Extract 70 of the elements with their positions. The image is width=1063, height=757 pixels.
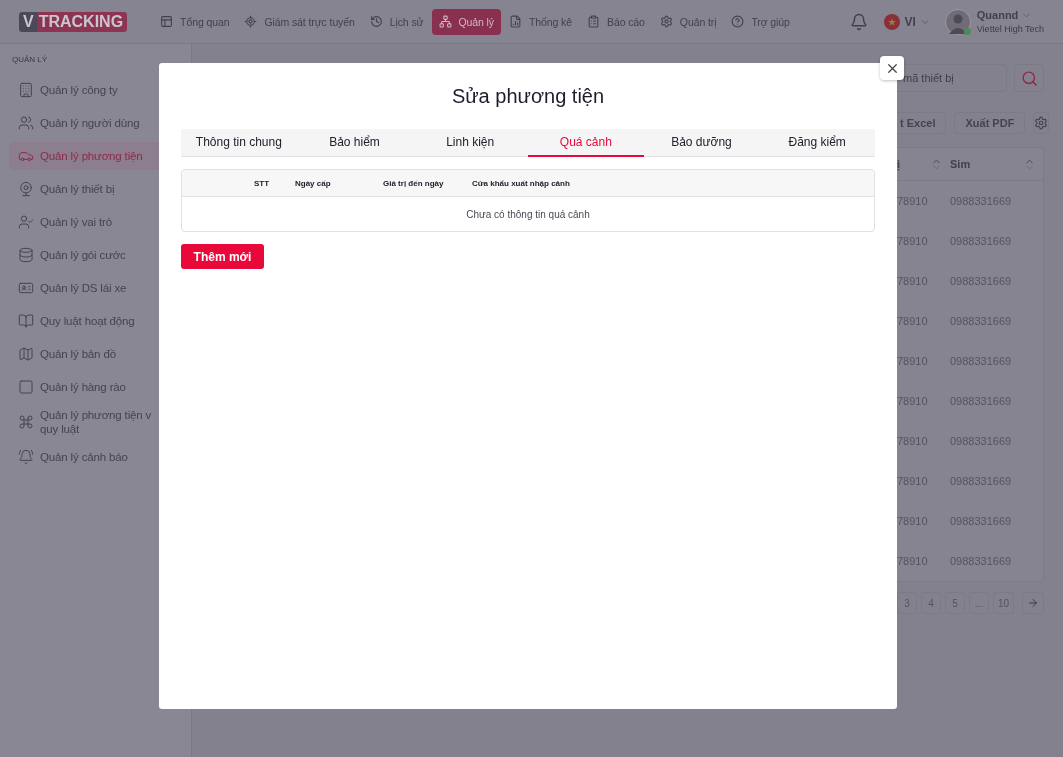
map-icon	[18, 346, 34, 362]
tab[interactable]: Bảo dưỡng	[643, 129, 760, 157]
user-check-icon	[18, 214, 34, 230]
language-label[interactable]: VI	[904, 14, 916, 29]
clipboard-icon	[587, 15, 600, 28]
building-icon	[18, 82, 34, 98]
sidebar-item[interactable]: Quản lý vai trò	[9, 208, 182, 236]
tab[interactable]: Linh kiện	[412, 129, 528, 157]
column-header: Giá trị đến ngày	[383, 178, 445, 188]
search-button[interactable]	[1014, 64, 1044, 92]
flag-icon[interactable]	[884, 13, 901, 30]
help-icon	[731, 15, 745, 28]
empty-message: Chưa có thông tin quá cảnh	[466, 208, 590, 220]
page-button[interactable]: ...	[969, 592, 989, 614]
chart-file-icon	[509, 15, 522, 28]
user-org: Viettel High Tech	[976, 24, 1044, 34]
webcam-icon	[18, 181, 34, 197]
export-button[interactable]: Xuất PDF	[954, 112, 1026, 134]
search-icon	[1020, 69, 1038, 87]
tab[interactable]: Thông tin chung	[181, 129, 297, 157]
panel-icon	[160, 15, 174, 28]
dialog-title: Sửa phương tiện	[450, 85, 606, 108]
sidebar-item[interactable]: Quản lý bản đồ	[9, 340, 182, 368]
column-header: STT	[254, 178, 271, 188]
next-page-button[interactable]	[1022, 592, 1044, 614]
tab[interactable]: Quá cảnh	[528, 129, 644, 157]
nav-item[interactable]: Thống kê	[502, 8, 579, 35]
sidebar-item[interactable]: Quản lý gói cước	[9, 241, 182, 269]
avatar[interactable]	[944, 8, 971, 35]
database-icon	[18, 247, 34, 263]
tab[interactable]: Đăng kiểm	[759, 129, 875, 157]
sidebar-item[interactable]: Quản lý phương tiện v quy luật	[9, 406, 182, 438]
settings-icon	[1034, 116, 1049, 130]
sidebar-item[interactable]: Quản lý công ty	[9, 76, 182, 104]
sidebar-item[interactable]: Quy luật hoạt động	[9, 307, 182, 335]
column-header[interactable]: ị	[897, 155, 950, 173]
bell-icon	[18, 449, 34, 465]
id-card-icon	[18, 280, 34, 296]
column-header[interactable]: Sim	[950, 155, 1043, 173]
nav-item[interactable]: Trợ giúp	[724, 8, 797, 35]
column-header: Ngày cấp	[295, 178, 332, 188]
close-button[interactable]	[880, 56, 904, 80]
nav-item[interactable]: Lịch sử	[362, 8, 431, 35]
arrow-icon	[1027, 597, 1039, 609]
sidebar-item[interactable]: Quản lý thiết bị	[9, 175, 182, 203]
section-title: QUẢN LÝ	[12, 55, 49, 64]
tab[interactable]: Bảo hiểm	[296, 129, 413, 157]
column-header: Cửa khẩu xuất nhập cảnh	[472, 178, 571, 188]
user-name[interactable]: Quannd	[976, 9, 1044, 21]
logo: V TRACKING	[19, 11, 128, 32]
sidebar-item[interactable]: Quản lý cảnh báo	[9, 443, 182, 471]
add-button[interactable]: Thêm mới	[181, 244, 264, 269]
users-icon	[18, 115, 34, 131]
nav-item[interactable]: Giám sát trực tuyến	[237, 8, 362, 35]
book-icon	[18, 313, 34, 329]
sidebar-item[interactable]: Quản lý hàng rào	[9, 373, 182, 401]
sidebar-item[interactable]: Quản lý người dùng	[9, 109, 182, 137]
sidebar-item[interactable]: Quản lý DS lái xe	[9, 274, 182, 302]
command-icon	[18, 414, 34, 430]
square-icon	[18, 379, 34, 395]
settings-icon	[659, 15, 673, 28]
crosshair-icon	[244, 15, 258, 28]
nav-item[interactable]: Báo cáo	[580, 8, 652, 35]
network-icon	[438, 15, 452, 28]
nav-item[interactable]: Quản lý	[431, 8, 501, 35]
nav-item[interactable]: Tổng quan	[153, 8, 237, 35]
settings-button[interactable]	[1033, 112, 1050, 134]
nav-item[interactable]: Quản trị	[652, 8, 724, 35]
history-icon	[369, 15, 383, 28]
bell-icon[interactable]	[850, 12, 869, 31]
